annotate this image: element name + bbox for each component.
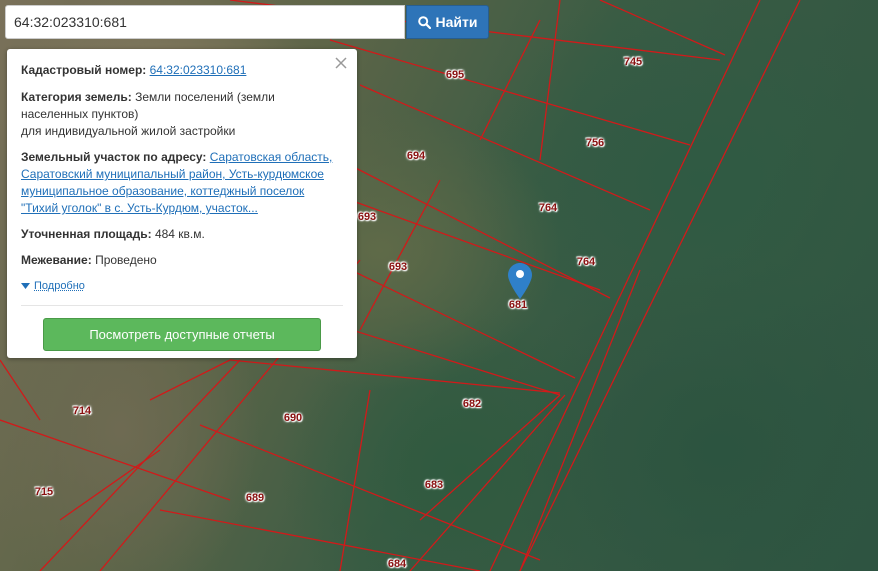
- search-icon: [417, 15, 431, 29]
- survey-label: Межевание:: [21, 253, 92, 267]
- cadastral-row: Кадастровый номер: 64:32:023310:681: [21, 62, 343, 79]
- category-use: для индивидуальной жилой застройки: [21, 124, 236, 138]
- view-reports-button[interactable]: Посмотреть доступные отчеты: [43, 317, 321, 351]
- location-marker-icon[interactable]: [508, 263, 532, 299]
- caret-down-icon: [21, 283, 30, 289]
- parcel-label: 689: [245, 492, 265, 504]
- parcel-label: 764: [538, 202, 558, 214]
- survey-value: Проведено: [95, 253, 157, 267]
- details-label: Подробно: [34, 279, 85, 292]
- address-row: Земельный участок по адресу: Саратовская…: [21, 149, 343, 217]
- parcel-label: 681: [508, 299, 528, 311]
- cadastral-label: Кадастровый номер:: [21, 63, 147, 77]
- parcel-label: 683: [424, 479, 444, 491]
- parcel-label: 684: [387, 558, 407, 570]
- parcel-info-panel: Кадастровый номер: 64:32:023310:681 Кате…: [7, 49, 357, 358]
- parcel-label: 715: [34, 486, 54, 498]
- parcel-label: 764: [576, 256, 596, 268]
- parcel-label: 714: [72, 405, 92, 417]
- details-toggle[interactable]: Подробно: [21, 278, 85, 295]
- area-label: Уточненная площадь:: [21, 227, 152, 241]
- parcel-label: 693: [388, 261, 408, 273]
- category-row: Категория земель: Земли поселений (земли…: [21, 89, 343, 140]
- survey-row: Межевание: Проведено: [21, 252, 343, 269]
- search-input[interactable]: [5, 5, 405, 39]
- address-label: Земельный участок по адресу:: [21, 150, 207, 164]
- parcel-label: 682: [462, 398, 482, 410]
- parcel-label: 695: [445, 69, 465, 81]
- parcel-label: 693: [357, 211, 377, 223]
- parcel-label: 756: [585, 137, 605, 149]
- parcel-label: 690: [283, 412, 303, 424]
- area-value: 484 кв.м.: [154, 227, 205, 241]
- area-row: Уточненная площадь: 484 кв.м.: [21, 226, 343, 243]
- category-label: Категория земель:: [21, 90, 132, 104]
- cadastral-number-link[interactable]: 64:32:023310:681: [150, 63, 247, 77]
- parcel-label: 694: [406, 150, 426, 162]
- divider: [21, 304, 343, 306]
- close-icon[interactable]: [334, 56, 348, 70]
- parcel-label: 745: [623, 56, 643, 68]
- search-button-label: Найти: [435, 14, 478, 30]
- search-button[interactable]: Найти: [406, 5, 489, 39]
